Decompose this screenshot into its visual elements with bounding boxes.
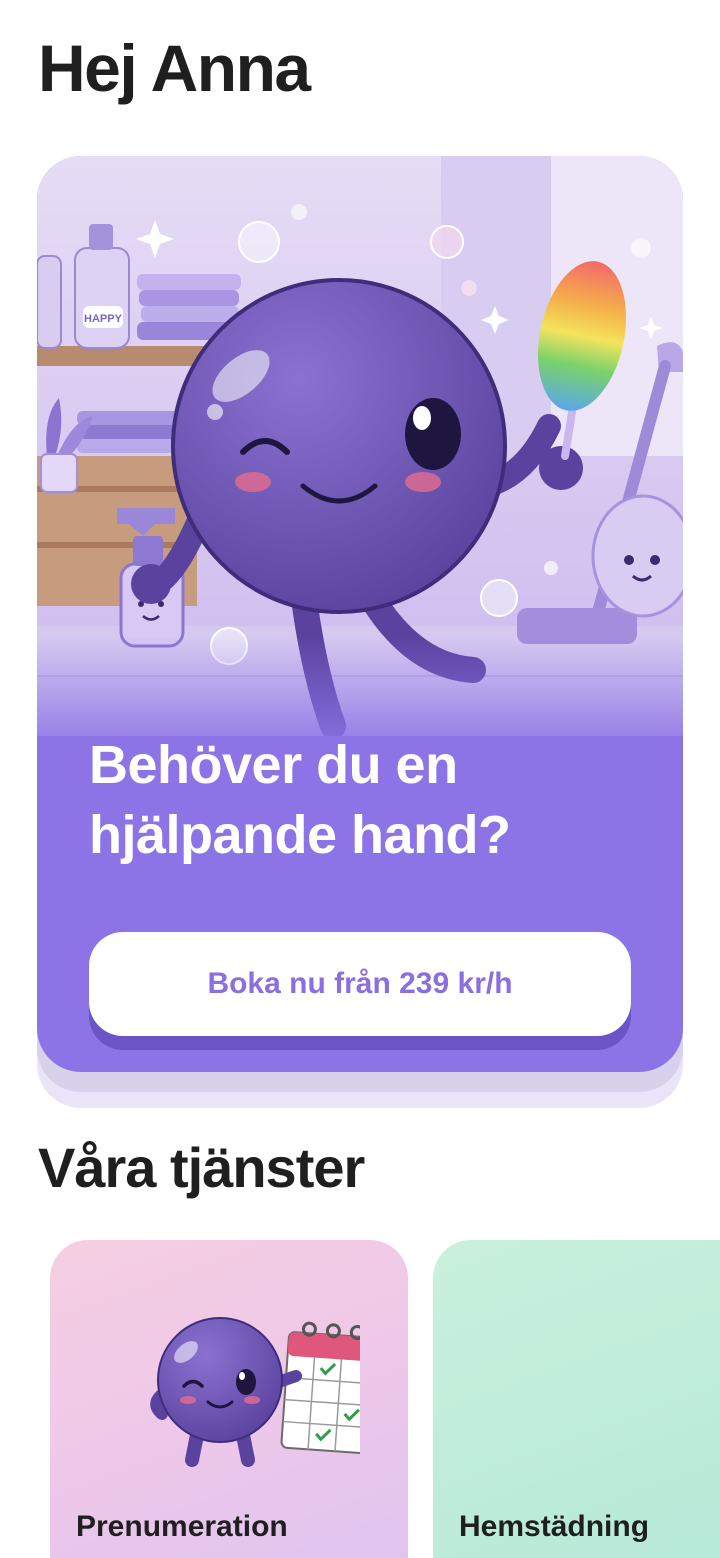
services-section-title: Våra tjänster xyxy=(38,1136,365,1199)
hero-title-line2: hjälpande hand? xyxy=(89,805,511,865)
service-card-subscription[interactable]: Prenumeration xyxy=(50,1240,408,1558)
service-card-home-cleaning[interactable]: Hemstädning xyxy=(433,1240,720,1558)
mascot-calendar-illustration xyxy=(150,1317,360,1467)
book-now-button[interactable]: Boka nu från 239 kr/h xyxy=(89,932,631,1036)
home-screen: Hej Anna HAPPY Behöver du en hjälpande h… xyxy=(0,0,720,1558)
service-card-label: Prenumeration xyxy=(76,1510,288,1543)
greeting-title: Hej Anna xyxy=(38,31,311,105)
hero-card[interactable]: HAPPY Behöver du en hjälpande hand? Boka… xyxy=(37,156,683,1072)
bottle-label: HAPPY xyxy=(84,313,123,325)
hero-title-line1: Behöver du en xyxy=(89,735,458,795)
service-card-label: Hemstädning xyxy=(459,1510,650,1543)
hero-title: Behöver du en hjälpande hand? xyxy=(89,730,649,870)
